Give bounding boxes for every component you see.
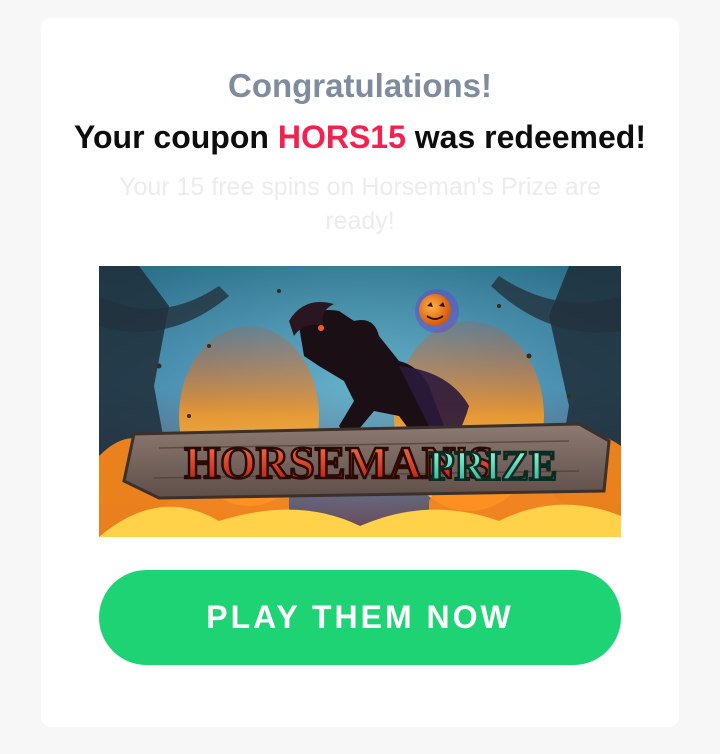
free-spins-subtext: Your 15 free spins on Horseman's Prize a… (119, 173, 601, 235)
congratulations-heading: Congratulations! (228, 67, 492, 104)
message-prefix: Your coupon (74, 119, 278, 155)
game-banner-image: HORSEMAN'S PRIZE (99, 266, 621, 537)
message-suffix: was redeemed! (405, 119, 646, 155)
game-logo-word2: PRIZE (429, 444, 557, 490)
coupon-redeemed-message: Your coupon HORS15 was redeemed! (41, 115, 679, 159)
coupon-card: Congratulations! Your coupon HORS15 was … (41, 18, 679, 727)
coupon-code: HORS15 (277, 119, 406, 155)
play-them-now-button[interactable]: PLAY THEM NOW (99, 570, 621, 665)
